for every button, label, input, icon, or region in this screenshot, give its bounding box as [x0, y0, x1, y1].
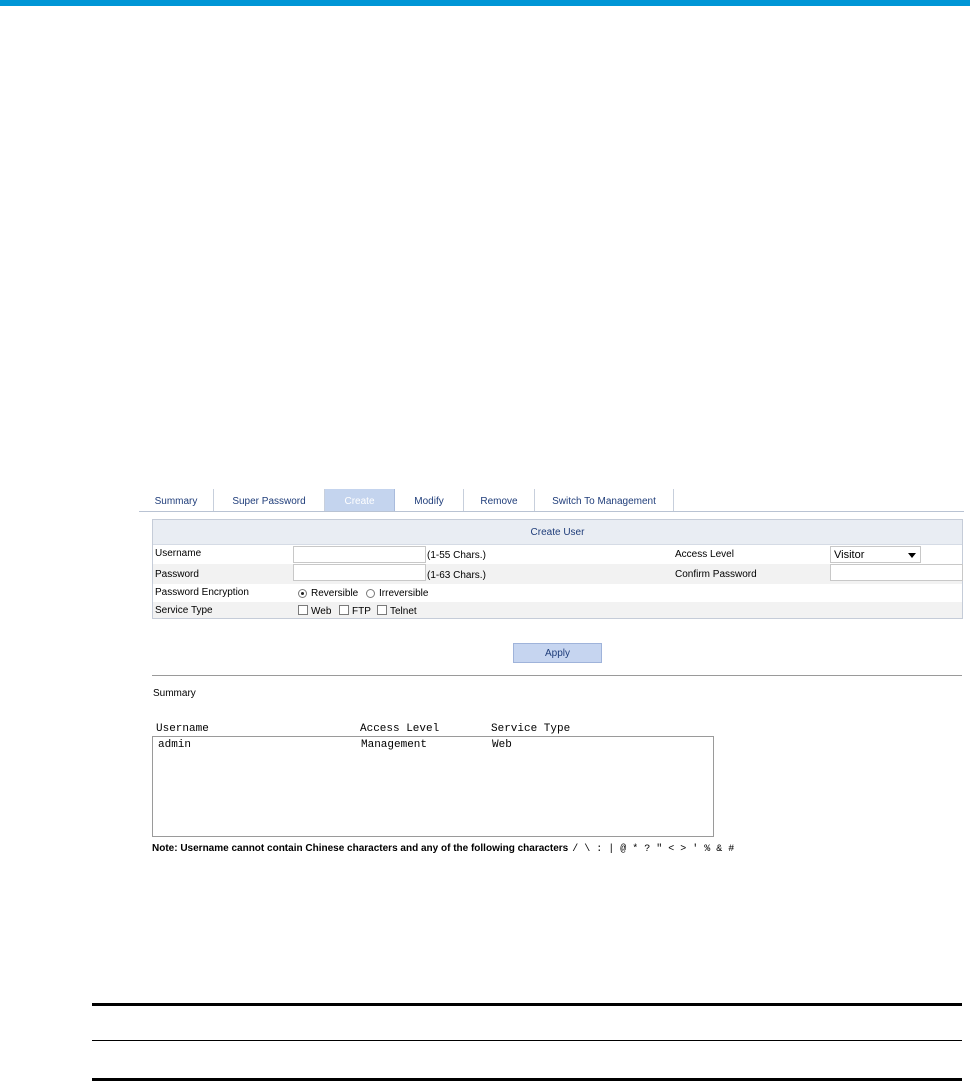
username-label: Username: [155, 548, 202, 559]
summary-title: Summary: [153, 688, 196, 699]
telnet-label: Telnet: [390, 606, 417, 617]
reversible-radio[interactable]: [298, 589, 307, 598]
service-type-label: Service Type: [155, 605, 213, 616]
cell-service-type: Web: [492, 739, 512, 751]
username-input[interactable]: [293, 546, 426, 563]
tab-modify[interactable]: Modify: [395, 489, 464, 511]
username-row: Username (1-55 Chars.) Access Level Visi…: [153, 544, 962, 564]
access-level-select[interactable]: Visitor: [830, 546, 921, 563]
panel-title: Create User: [153, 520, 962, 545]
web-label: Web: [311, 606, 332, 617]
password-row: Password (1-63 Chars.) Confirm Password: [153, 564, 963, 584]
access-level-label: Access Level: [675, 549, 734, 560]
irreversible-label: Irreversible: [379, 588, 429, 599]
service-type-row: Service Type Web FTP Telnet: [153, 602, 962, 618]
irreversible-radio[interactable]: [366, 589, 375, 598]
apply-button[interactable]: Apply: [513, 643, 602, 663]
tab-switch-to-management[interactable]: Switch To Management: [535, 489, 674, 511]
column-username: Username: [156, 723, 209, 735]
encryption-label: Password Encryption: [155, 587, 249, 598]
username-hint: (1-55 Chars.): [427, 550, 486, 561]
web-checkbox[interactable]: [298, 605, 308, 615]
password-input[interactable]: [293, 564, 426, 581]
note-forbidden-chars: / \ : | @ * ? " < > ' % & #: [572, 844, 735, 855]
column-service-type: Service Type: [491, 723, 571, 735]
tab-summary[interactable]: Summary: [139, 489, 214, 511]
password-label: Password: [155, 569, 199, 580]
create-user-panel: Create User Username (1-55 Chars.) Acces…: [152, 519, 963, 619]
section-divider: [152, 675, 962, 676]
table-bottom-rule: [92, 1078, 962, 1081]
reversible-label: Reversible: [311, 588, 359, 599]
note-text: Note: Username cannot contain Chinese ch…: [152, 843, 569, 854]
table-mid-rule: [92, 1040, 962, 1041]
top-accent-bar: [0, 0, 970, 6]
cell-access-level: Management: [361, 739, 428, 751]
telnet-checkbox[interactable]: [377, 605, 387, 615]
tab-super-password[interactable]: Super Password: [214, 489, 325, 511]
user-summary-list[interactable]: admin Management Web: [152, 736, 714, 837]
tab-create[interactable]: Create: [325, 489, 395, 511]
tab-bar: Summary Super Password Create Modify Rem…: [139, 489, 964, 512]
encryption-row: Password Encryption Reversible Irreversi…: [153, 584, 962, 602]
password-hint: (1-63 Chars.): [427, 570, 486, 581]
confirm-password-input[interactable]: [830, 564, 963, 581]
table-top-rule: [92, 1003, 962, 1006]
column-access-level: Access Level: [360, 723, 440, 735]
chevron-down-icon: [908, 553, 916, 558]
ftp-label: FTP: [352, 606, 371, 617]
confirm-password-label: Confirm Password: [675, 569, 757, 580]
access-level-value: Visitor: [834, 549, 865, 561]
tab-remove[interactable]: Remove: [464, 489, 535, 511]
cell-username: admin: [158, 739, 192, 751]
username-note: Note: Username cannot contain Chinese ch…: [152, 843, 734, 855]
ftp-checkbox[interactable]: [339, 605, 349, 615]
